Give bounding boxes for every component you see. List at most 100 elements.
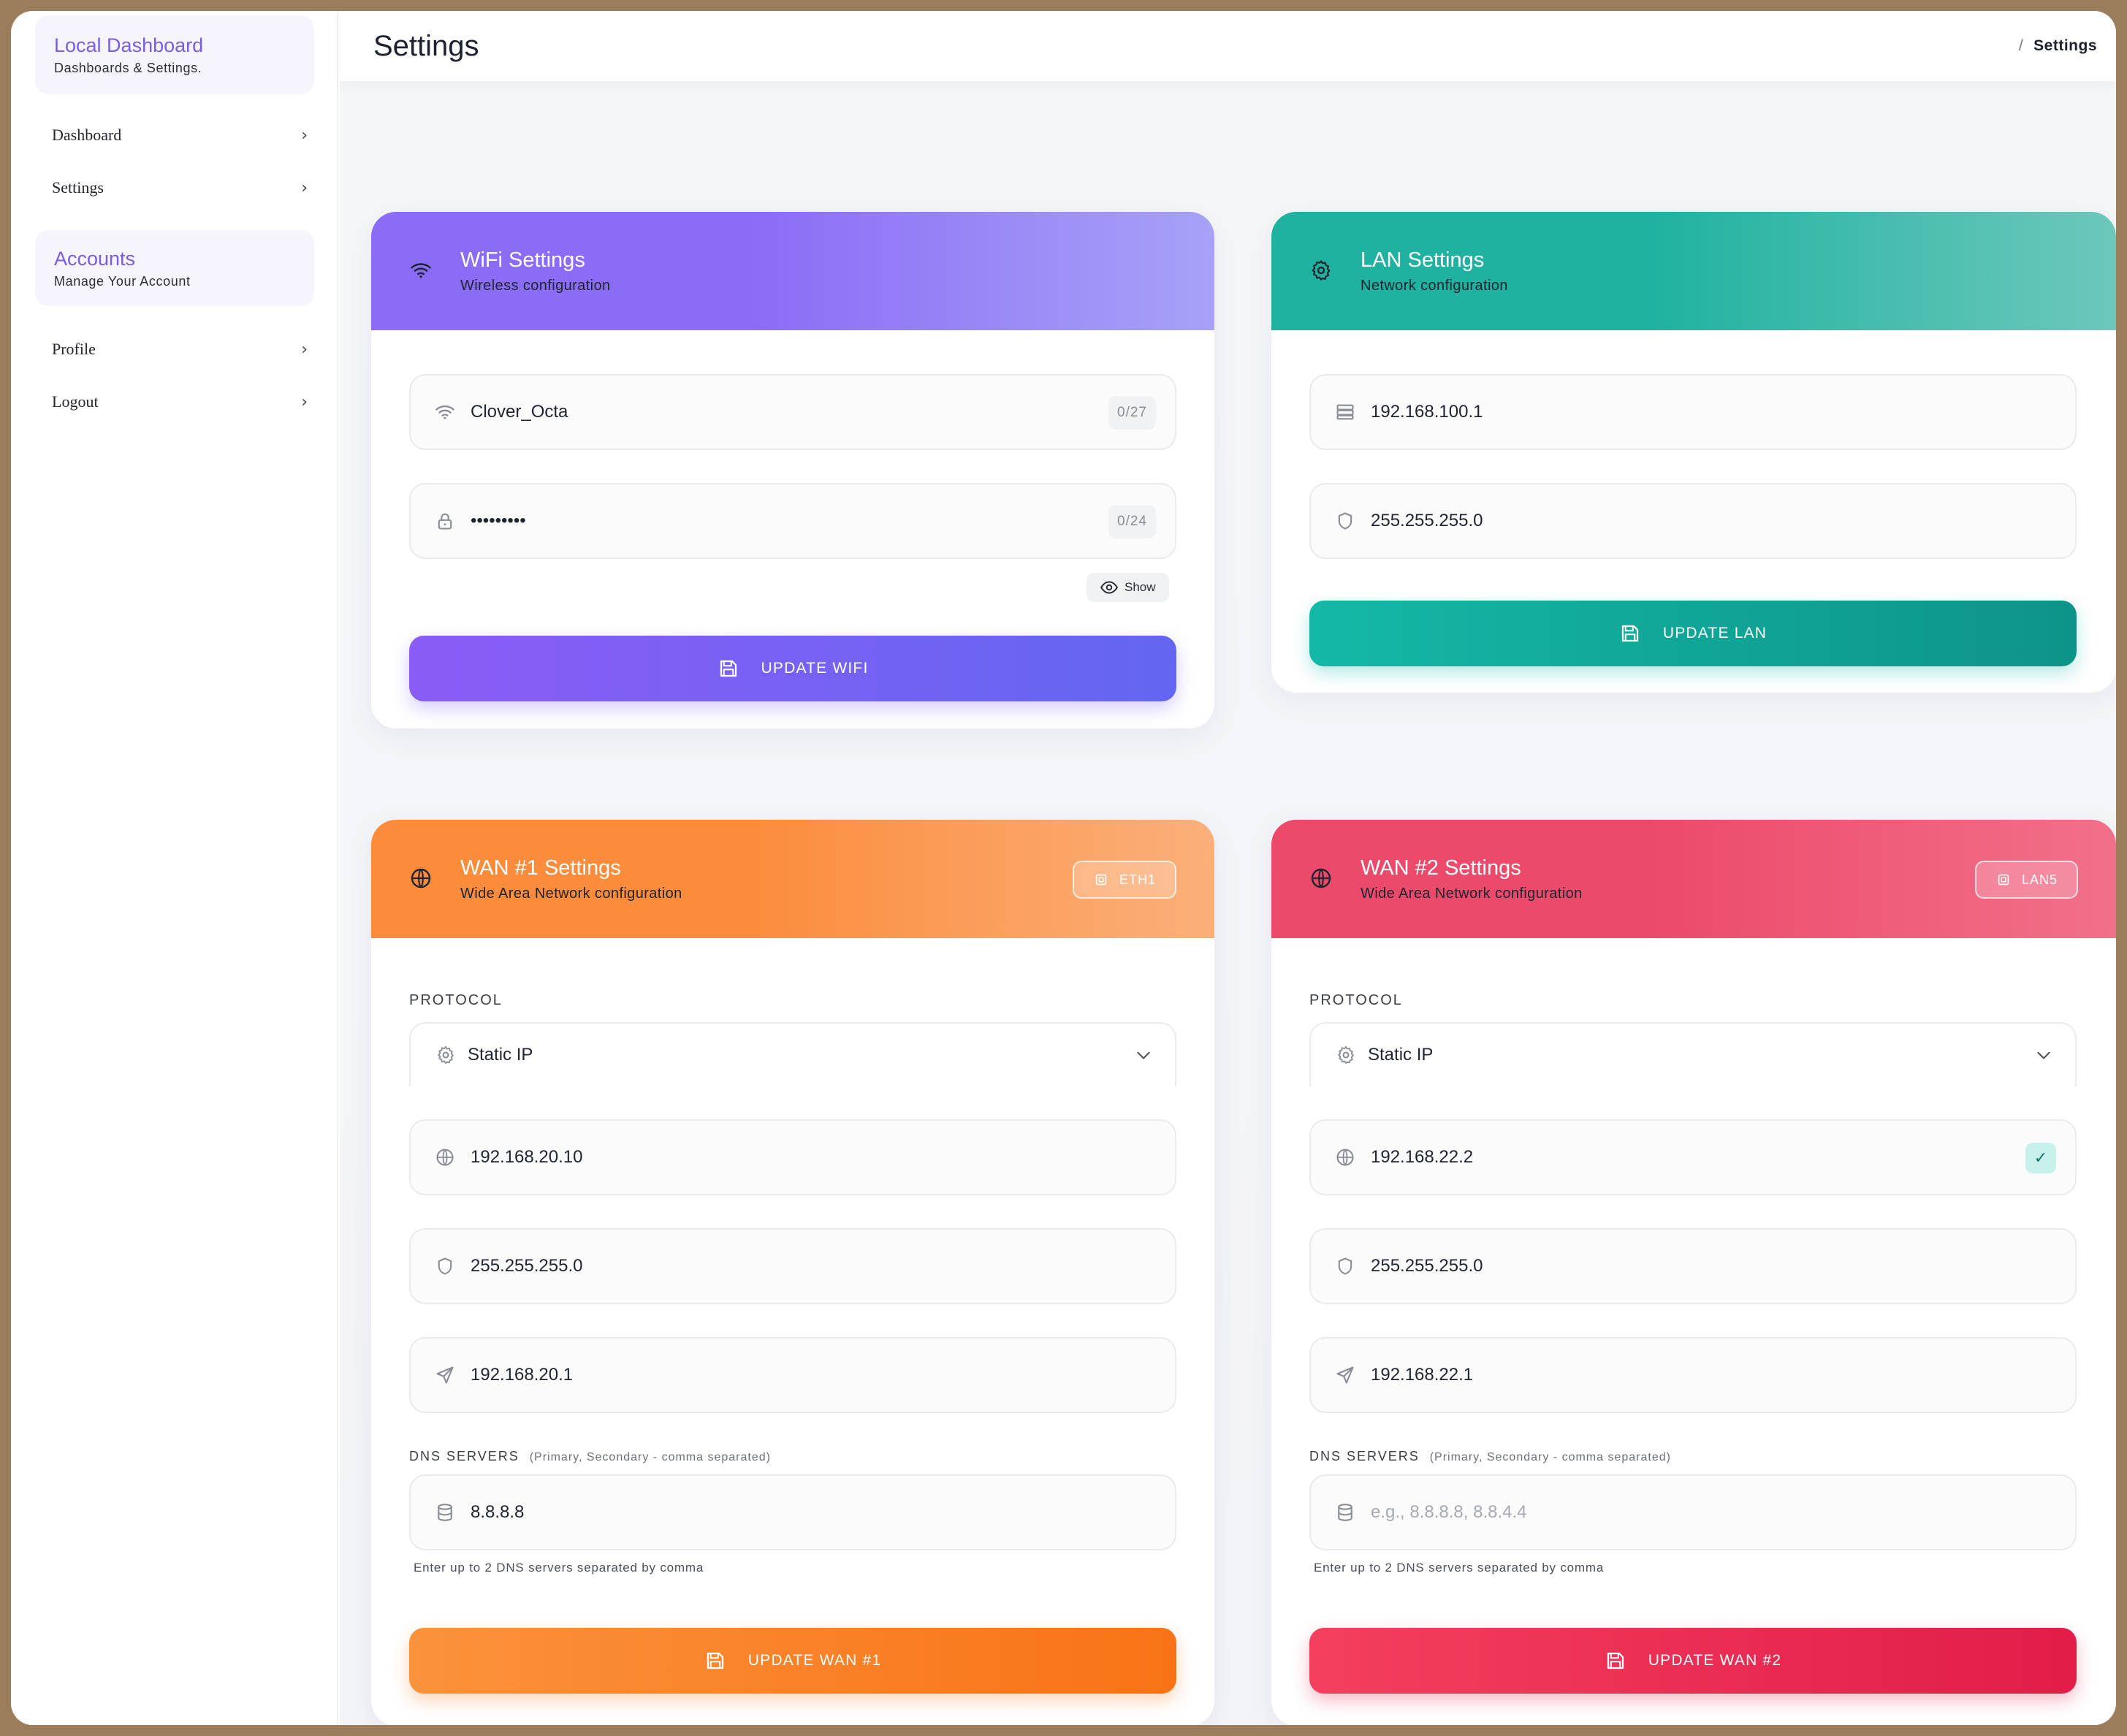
wan2-ip-value[interactable]: 192.168.22.2: [1371, 1147, 2075, 1168]
update-wifi-button[interactable]: UPDATE WIFI: [409, 636, 1176, 701]
wan1-netmask-value[interactable]: 255.255.255.0: [471, 1256, 1175, 1276]
lan-ip-value[interactable]: 192.168.100.1: [1371, 402, 2075, 422]
wan2-gateway-input[interactable]: 192.168.22.1: [1309, 1337, 2077, 1413]
chevron-down-icon: [1134, 1046, 1153, 1065]
protocol-select[interactable]: Static IP: [1309, 1022, 2077, 1086]
card-title: WiFi Settings: [460, 248, 585, 272]
protocol-label: PROTOCOL: [409, 992, 503, 1008]
card-title: LAN Settings: [1361, 248, 1485, 272]
wan2-dns-placeholder[interactable]: e.g., 8.8.8.8, 8.8.4.4: [1371, 1502, 2075, 1523]
sidebar: Local Dashboard Dashboards & Settings. D…: [11, 11, 338, 1725]
dns-label-note: (Primary, Secondary - comma separated): [1429, 1451, 1671, 1463]
wan1-ip-input[interactable]: 192.168.20.10: [409, 1119, 1176, 1195]
card-subtitle: Wide Area Network configuration: [1361, 886, 1583, 902]
sidebar-item-settings[interactable]: Settings ›: [52, 173, 308, 202]
wan1-ip-value[interactable]: 192.168.20.10: [471, 1147, 1175, 1168]
sidebar-item-profile[interactable]: Profile ›: [52, 335, 308, 364]
lan-ip-input[interactable]: 192.168.100.1: [1309, 374, 2077, 450]
card-subtitle: Network configuration: [1361, 278, 1508, 294]
database-icon: [433, 1500, 457, 1525]
wan1-settings-card: WAN #1 Settings Wide Area Network config…: [371, 820, 1214, 1725]
wan1-dns-input[interactable]: 8.8.8.8: [409, 1474, 1176, 1550]
globe-icon: [408, 865, 434, 891]
dns-servers-label: DNS SERVERS (Primary, Secondary - comma s…: [1309, 1449, 1671, 1464]
sidebar-item-label: Logout: [52, 392, 99, 411]
ssid-char-counter: 0/27: [1108, 396, 1156, 430]
main-content: Settings / Settings WiFi Settings Wireles…: [340, 11, 2116, 1725]
wan1-netmask-input[interactable]: 255.255.255.0: [409, 1228, 1176, 1304]
shield-icon: [433, 1254, 457, 1279]
brand-title: Local Dashboard: [54, 34, 204, 56]
sidebar-item-label: Profile: [52, 340, 96, 358]
navigation-arrow-icon: [433, 1363, 457, 1387]
globe-icon: [1333, 1145, 1358, 1170]
save-icon: [1605, 1650, 1626, 1672]
database-icon: [1333, 1500, 1358, 1525]
protocol-select[interactable]: Static IP: [409, 1022, 1176, 1086]
password-value[interactable]: •••••••••: [471, 511, 1175, 531]
update-wan2-button[interactable]: UPDATE WAN #2: [1309, 1628, 2077, 1694]
card-subtitle: Wireless configuration: [460, 278, 611, 294]
wifi-icon: [408, 257, 434, 283]
wan2-dns-input[interactable]: e.g., 8.8.8.8, 8.8.4.4: [1309, 1474, 2077, 1550]
accounts-section[interactable]: Accounts Manage Your Account: [35, 230, 314, 306]
wan2-netmask-value[interactable]: 255.255.255.0: [1371, 1256, 2075, 1276]
update-wan1-button[interactable]: UPDATE WAN #1: [409, 1628, 1176, 1694]
lan-settings-card: LAN Settings Network configuration 192.1…: [1271, 212, 2116, 693]
sidebar-item-label: Dashboard: [52, 126, 122, 144]
wan2-gateway-value[interactable]: 192.168.22.1: [1371, 1365, 2075, 1385]
protocol-label: PROTOCOL: [1309, 992, 1403, 1008]
gear-icon: [1308, 257, 1334, 283]
lan-netmask-input[interactable]: 255.255.255.0: [1309, 483, 2077, 559]
password-input[interactable]: ••••••••• 0/24: [409, 483, 1176, 559]
chevron-right-icon: ›: [301, 340, 308, 359]
chevron-right-icon: ›: [301, 178, 308, 197]
card-title: WAN #1 Settings: [460, 856, 621, 880]
card-subtitle: Wide Area Network configuration: [460, 886, 682, 902]
breadcrumb: / Settings: [2019, 37, 2097, 55]
breadcrumb-current[interactable]: Settings: [2033, 37, 2097, 54]
wan1-gateway-value[interactable]: 192.168.20.1: [471, 1365, 1175, 1385]
chevron-right-icon: ›: [301, 126, 308, 145]
save-icon: [704, 1650, 726, 1672]
wan1-dns-value[interactable]: 8.8.8.8: [471, 1502, 1175, 1523]
globe-icon: [433, 1145, 457, 1170]
wifi-card-header: WiFi Settings Wireless configuration: [371, 212, 1214, 330]
brand-box[interactable]: Local Dashboard Dashboards & Settings.: [35, 15, 314, 94]
interface-badge: ETH1: [1072, 861, 1176, 899]
dns-label-text: DNS SERVERS: [1309, 1449, 1420, 1463]
wan2-ip-input[interactable]: 192.168.22.2 ✓: [1309, 1119, 2077, 1195]
dns-label-text: DNS SERVERS: [409, 1449, 520, 1463]
lan-card-header: LAN Settings Network configuration: [1271, 212, 2116, 330]
dns-label-note: (Primary, Secondary - comma separated): [529, 1451, 771, 1463]
wan2-card-header: WAN #2 Settings Wide Area Network config…: [1271, 820, 2116, 938]
wan2-netmask-input[interactable]: 255.255.255.0: [1309, 1228, 2077, 1304]
badge-label: LAN5: [2021, 872, 2058, 887]
chevron-right-icon: ›: [301, 392, 308, 411]
card-title: WAN #2 Settings: [1361, 856, 1521, 880]
wifi-settings-card: WiFi Settings Wireless configuration Clo…: [371, 212, 1214, 728]
ssid-input[interactable]: Clover_Octa 0/27: [409, 374, 1176, 450]
navigation-arrow-icon: [1333, 1363, 1358, 1387]
lan-netmask-value[interactable]: 255.255.255.0: [1371, 511, 2075, 531]
button-label: UPDATE LAN: [1662, 625, 1768, 642]
dns-hint: Enter up to 2 DNS servers separated by c…: [414, 1561, 704, 1575]
gear-icon: [434, 1043, 457, 1067]
update-lan-button[interactable]: UPDATE LAN: [1309, 601, 2077, 666]
interface-badge: LAN5: [1974, 861, 2078, 899]
button-label: UPDATE WAN #1: [747, 1652, 882, 1669]
button-label: UPDATE WAN #2: [1648, 1652, 1782, 1669]
badge-label: ETH1: [1119, 872, 1156, 887]
chip-icon: [1995, 872, 2012, 888]
section-title: Accounts: [54, 248, 136, 270]
eye-icon: [1100, 578, 1119, 597]
show-password-button[interactable]: Show: [1087, 573, 1169, 602]
chip-icon: [1093, 872, 1109, 888]
sidebar-item-dashboard[interactable]: Dashboard ›: [52, 121, 308, 150]
ssid-value[interactable]: Clover_Octa: [471, 402, 1175, 422]
wan1-gateway-input[interactable]: 192.168.20.1: [409, 1337, 1176, 1413]
sidebar-item-logout[interactable]: Logout ›: [52, 387, 308, 416]
server-icon: [1333, 400, 1358, 425]
save-icon: [1619, 623, 1641, 644]
chevron-down-icon: [2034, 1046, 2053, 1065]
